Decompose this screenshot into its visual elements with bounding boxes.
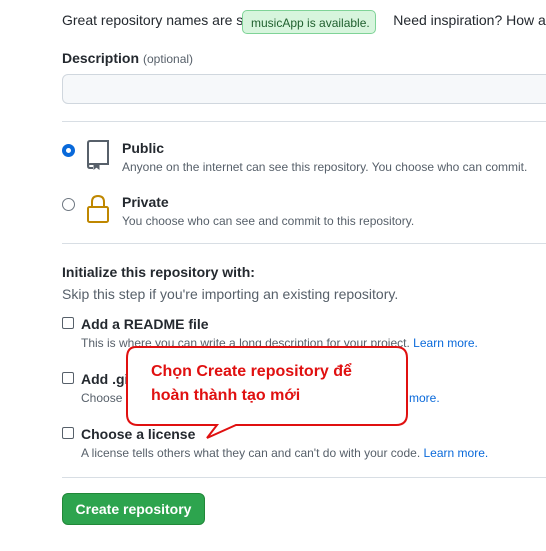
readme-learn-more-link[interactable]: Learn more. — [413, 336, 478, 350]
license-checkbox[interactable] — [62, 427, 74, 439]
description-label-text: Description — [62, 50, 140, 66]
license-description-text: A license tells others what they can and… — [81, 446, 421, 460]
gitignore-checkbox[interactable] — [62, 372, 74, 384]
availability-tooltip: musicApp is available. — [242, 10, 376, 34]
license-description: A license tells others what they can and… — [81, 446, 488, 460]
optional-label: (optional) — [143, 52, 194, 66]
readme-checkbox[interactable] — [62, 317, 74, 329]
create-repository-button[interactable]: Create repository — [62, 493, 205, 525]
public-radio[interactable] — [62, 144, 75, 157]
private-description: You choose who can see and commit to thi… — [122, 214, 415, 228]
public-title: Public — [122, 140, 165, 156]
license-learn-more-link[interactable]: Learn more. — [424, 446, 489, 460]
public-description: Anyone on the internet can see this repo… — [122, 160, 528, 174]
annotation-line-1: Chọn Create repository để — [151, 363, 352, 380]
gitignore-title: Add .gi — [81, 371, 129, 387]
readme-title: Add a README file — [81, 316, 209, 332]
annotation-text: Chọn Create repository để hoàn thành tạo… — [151, 360, 396, 408]
gitignore-description: Choose — [81, 391, 123, 405]
divider-middle — [62, 243, 546, 244]
gitignore-learn-more-link[interactable]: more. — [409, 391, 440, 405]
name-hint-text-end: Need inspiration? How abou — [393, 12, 546, 28]
initialize-title: Initialize this repository with: — [62, 264, 255, 280]
name-hint-text-start: Great repository names are s — [62, 12, 244, 28]
private-radio[interactable] — [62, 198, 75, 211]
repo-book-icon — [87, 140, 109, 170]
private-title: Private — [122, 194, 169, 210]
description-input[interactable] — [62, 74, 546, 104]
divider-top — [62, 121, 546, 122]
description-label: Description (optional) — [62, 50, 193, 66]
divider-bottom — [62, 477, 546, 478]
initialize-subtitle: Skip this step if you're importing an ex… — [62, 286, 399, 302]
lock-icon — [87, 194, 109, 223]
annotation-line-2: hoàn thành tạo mới — [151, 387, 301, 404]
